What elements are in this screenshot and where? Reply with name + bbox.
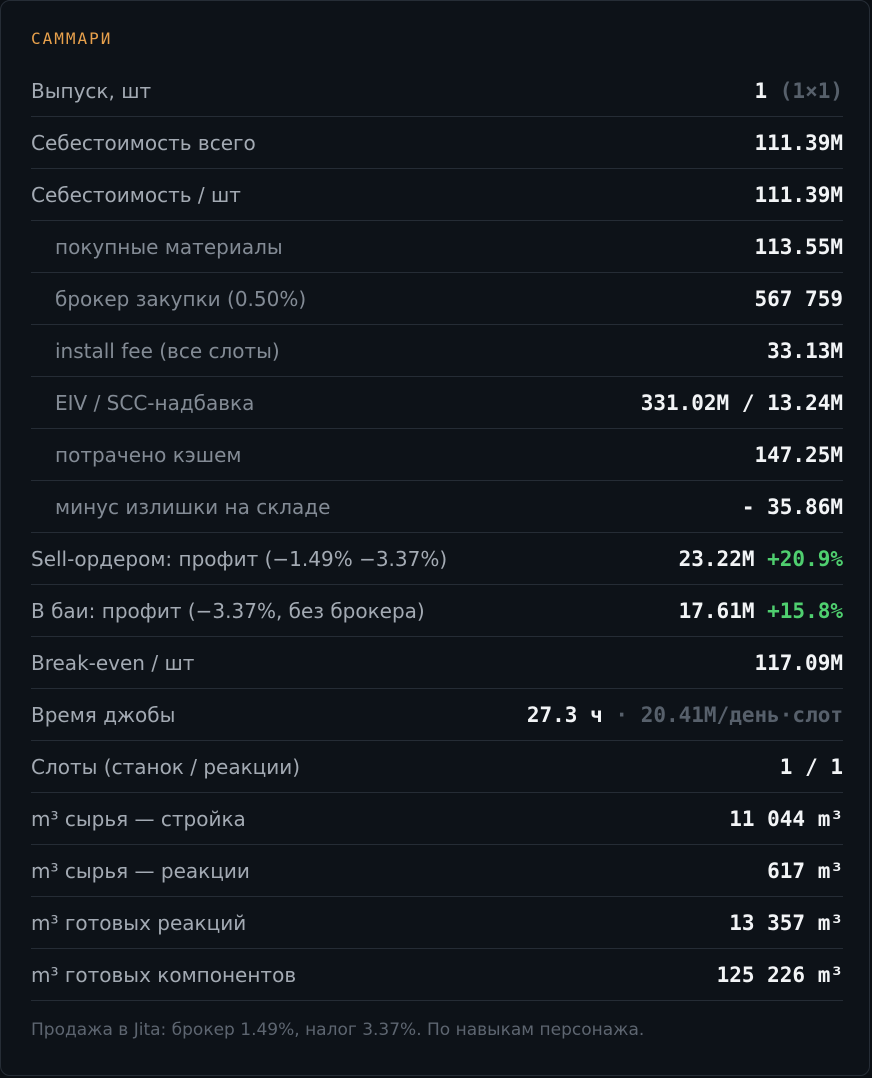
row-value: 1 / 1 [779, 754, 843, 779]
row-label: Себестоимость / шт [31, 182, 241, 207]
row-label: Break-even / шт [31, 650, 195, 675]
row-label: минус излишки на складе [55, 494, 331, 519]
job-time-separator: · [615, 702, 629, 727]
row-slots: Слоты (станок / реакции) 1 / 1 [31, 741, 843, 793]
row-total-cost: Себестоимость всего 111.39M [31, 117, 843, 169]
summary-heading: САММАРИ [31, 29, 113, 48]
row-purchase-broker: брокер закупки (0.50%) 567 759 [31, 273, 843, 325]
row-label: Sell-ордером: профит (−1.49% −3.37%) [31, 546, 448, 571]
job-time-rate: 20.41M/день·слот [640, 702, 843, 727]
row-label: брокер закупки (0.50%) [55, 286, 307, 311]
row-label: Время джобы [31, 702, 176, 727]
row-value: 27.3 ч · 20.41M/день·слот [527, 703, 843, 727]
row-purchased-materials: покупные материалы 113.55M [31, 221, 843, 273]
row-value: 13 357 m³ [729, 910, 843, 935]
job-time-value: 27.3 ч [526, 702, 603, 727]
row-install-fee: install fee (все слоты) 33.13M [31, 325, 843, 377]
row-cost-per-unit: Себестоимость / шт 111.39M [31, 169, 843, 221]
row-label: покупные материалы [55, 234, 283, 259]
summary-panel: САММАРИ Выпуск, шт 1 (1×1) Себестоимость… [0, 0, 870, 1076]
row-label: m³ сырья — реакции [31, 858, 250, 883]
buy-order-profit-percent: +15.8% [767, 598, 843, 623]
row-value: - 35.86M [741, 494, 843, 519]
row-value: 11 044 m³ [729, 806, 843, 831]
row-label: EIV / SCC-надбавка [55, 390, 255, 415]
row-value: 125 226 m³ [716, 962, 843, 987]
row-value: 331.02M / 13.24M [640, 390, 843, 415]
footnote: Продажа в Jita: брокер 1.49%, налог 3.37… [31, 1020, 645, 1040]
row-value: 147.25M [754, 442, 843, 467]
row-label: m³ готовых компонентов [31, 962, 297, 987]
row-label: Себестоимость всего [31, 130, 256, 155]
row-break-even: Break-even / шт 117.09M [31, 637, 843, 689]
row-sell-order-profit: Sell-ордером: профит (−1.49% −3.37%) 23.… [31, 533, 843, 585]
row-raw-volume-build: m³ сырья — стройка 11 044 m³ [31, 793, 843, 845]
sell-order-profit-value: 23.22M [678, 546, 755, 571]
row-value: 111.39M [754, 130, 843, 155]
buy-order-profit-value: 17.61M [678, 598, 755, 623]
row-value: 567 759 [754, 286, 843, 311]
row-eiv-scc: EIV / SCC-надбавка 331.02M / 13.24M [31, 377, 843, 429]
row-label: Слоты (станок / реакции) [31, 754, 301, 779]
row-output-count: Выпуск, шт 1 (1×1) [31, 65, 843, 117]
row-label: В баи: профит (−3.37%, без брокера) [31, 598, 425, 623]
row-label: m³ сырья — стройка [31, 806, 246, 831]
row-label: Выпуск, шт [31, 78, 152, 103]
row-cash-spent: потрачено кэшем 147.25M [31, 429, 843, 481]
row-value: 33.13M [767, 338, 843, 363]
output-count-detail: (1×1) [779, 78, 843, 103]
row-label: install fee (все слоты) [55, 338, 280, 363]
row-finished-reactions-volume: m³ готовых реакций 13 357 m³ [31, 897, 843, 949]
row-value: 1 (1×1) [754, 79, 843, 103]
row-value: 113.55M [754, 234, 843, 259]
sell-order-profit-percent: +20.9% [767, 546, 843, 571]
row-value: 23.22M +20.9% [679, 547, 843, 571]
row-label: m³ готовых реакций [31, 910, 247, 935]
row-job-time: Время джобы 27.3 ч · 20.41M/день·слот [31, 689, 843, 741]
row-value: 117.09M [754, 650, 843, 675]
row-finished-components-volume: m³ готовых компонентов 125 226 m³ [31, 949, 843, 1001]
output-count-value: 1 [754, 78, 768, 103]
summary-rows: Выпуск, шт 1 (1×1) Себестоимость всего 1… [31, 65, 843, 1001]
row-label: потрачено кэшем [55, 442, 242, 467]
row-raw-volume-reactions: m³ сырья — реакции 617 m³ [31, 845, 843, 897]
row-value: 111.39M [754, 182, 843, 207]
row-stock-surplus: минус излишки на складе - 35.86M [31, 481, 843, 533]
row-value: 617 m³ [767, 858, 843, 883]
row-buy-order-profit: В баи: профит (−3.37%, без брокера) 17.6… [31, 585, 843, 637]
row-value: 17.61M +15.8% [679, 599, 843, 623]
